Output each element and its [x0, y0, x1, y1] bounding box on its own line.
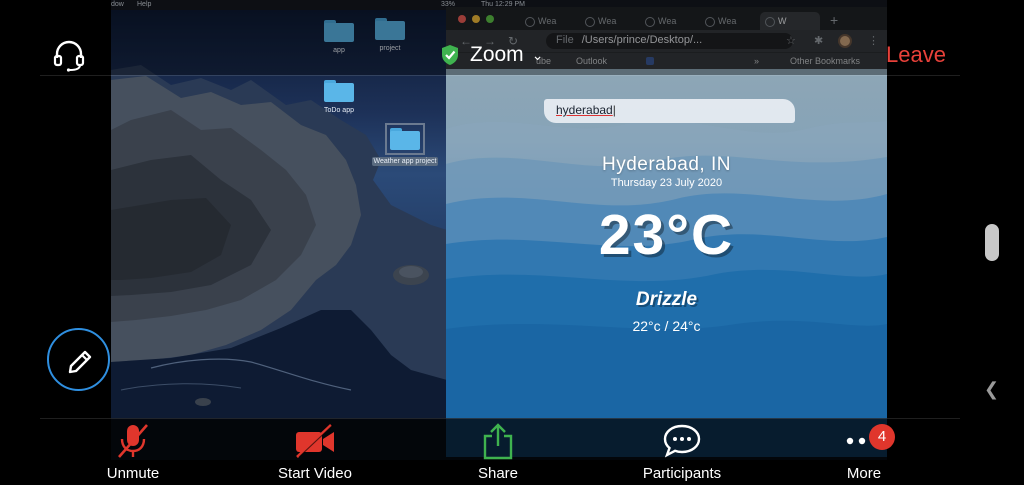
weather-app-page: hyderabad| Hyderabad, IN Thursday 23 Jul… — [446, 69, 887, 457]
top-divider — [40, 75, 960, 76]
notification-badge: 4 — [869, 424, 895, 450]
desktop-folder-todo-app[interactable]: ToDo app — [304, 80, 374, 115]
more-label: More — [846, 465, 882, 482]
bottom-divider — [40, 418, 960, 419]
unmute-button[interactable]: Unmute — [97, 422, 169, 482]
unmute-label: Unmute — [106, 465, 160, 482]
folder-label: ToDo app — [324, 107, 354, 114]
city-search-value: hyderabad — [556, 103, 613, 117]
meeting-title: Zoom — [470, 43, 524, 66]
annotate-button[interactable] — [47, 328, 110, 391]
city-name: Hyderabad, IN — [601, 154, 731, 175]
video-camera-off-icon — [296, 424, 334, 458]
start-video-button[interactable]: Start Video — [271, 422, 359, 482]
weather-date: Thursday 23 July 2020 — [610, 177, 723, 189]
weather-condition: Drizzle — [635, 289, 698, 310]
scroll-handle[interactable] — [985, 224, 999, 261]
current-temperature: 23°C — [598, 203, 735, 267]
participants-label: Participants — [642, 465, 722, 482]
folder-icon — [324, 80, 354, 102]
temperature-range: 22°c / 24°c — [632, 318, 701, 334]
start-video-label: Start Video — [278, 465, 352, 482]
folder-label: Weather app project — [371, 157, 439, 166]
meeting-title-button[interactable]: Zoom ⌄ — [440, 40, 543, 70]
folder-icon — [385, 123, 425, 155]
pencil-icon — [68, 350, 92, 374]
share-upload-icon — [483, 423, 513, 460]
share-label: Share — [477, 465, 519, 482]
desktop-folder-weather-app-project[interactable]: Weather app project — [371, 123, 439, 168]
chevron-down-icon: ⌄ — [531, 46, 544, 63]
leave-button[interactable]: Leave — [886, 42, 946, 68]
share-button[interactable]: Share — [470, 422, 526, 482]
chevron-left-icon[interactable]: ❮ — [984, 379, 999, 400]
city-search-input[interactable]: hyderabad| — [544, 99, 795, 123]
chat-bubble-icon — [663, 424, 701, 458]
participants-button[interactable]: Participants — [636, 422, 728, 482]
headset-icon[interactable] — [52, 40, 86, 72]
shield-check-icon — [442, 45, 458, 65]
microphone-off-icon — [118, 424, 148, 458]
